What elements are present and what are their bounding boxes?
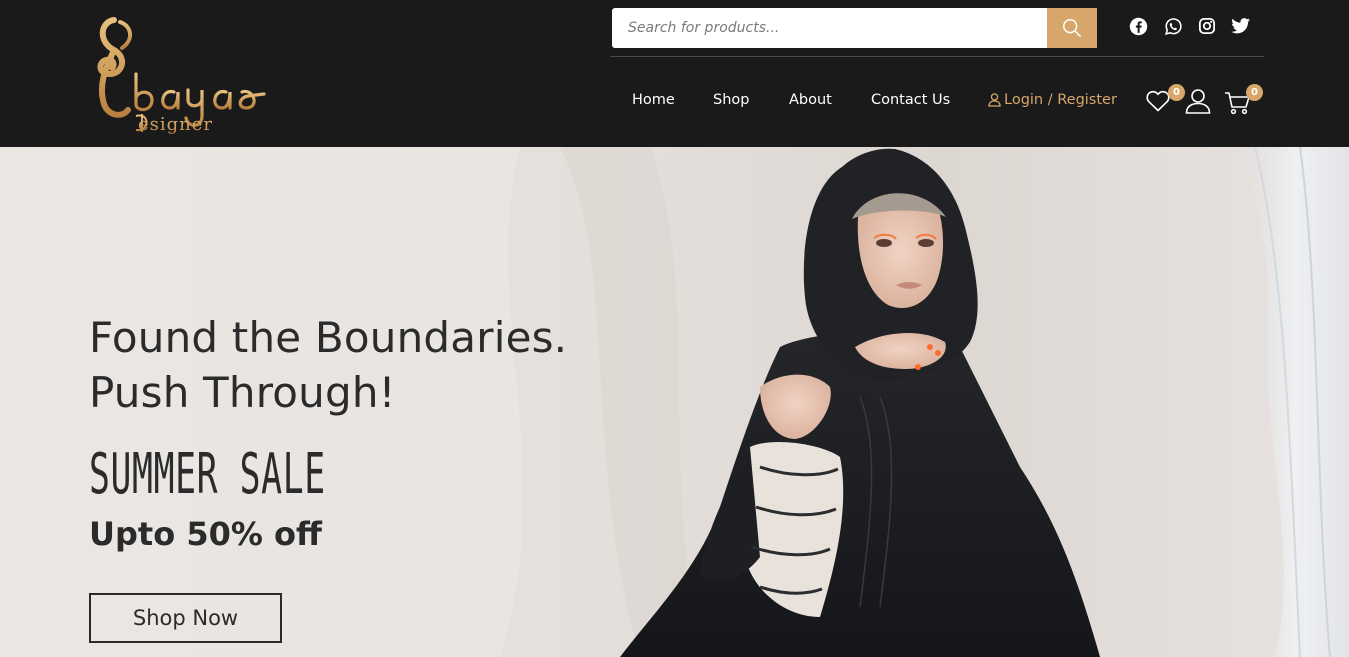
facebook-link[interactable]: [1128, 16, 1148, 36]
twitter-link[interactable]: [1231, 16, 1251, 36]
heart-icon: [1146, 90, 1170, 112]
hero-headline: Found the Boundaries. Push Through!: [89, 310, 567, 420]
whatsapp-link[interactable]: [1163, 16, 1183, 36]
sale-subtitle: Upto 50% off: [89, 515, 322, 553]
login-register-link[interactable]: Login / Register: [988, 92, 1117, 108]
product-search: [612, 8, 1097, 48]
wishlist-count-badge: 0: [1168, 84, 1185, 101]
sale-title: SUMMER SALE: [89, 442, 326, 507]
search-input[interactable]: [612, 8, 1047, 48]
instagram-link[interactable]: [1197, 16, 1217, 36]
whatsapp-icon: [1164, 17, 1182, 35]
user-icon: [988, 93, 1001, 107]
cart-count-badge: 0: [1246, 84, 1263, 101]
search-icon: [1063, 19, 1081, 37]
twitter-icon: [1231, 18, 1250, 34]
hero-headline-line2: Push Through!: [89, 368, 396, 417]
hero-headline-line1: Found the Boundaries.: [89, 313, 568, 362]
svg-text:esigner: esigner: [138, 114, 213, 135]
nav-home[interactable]: Home: [632, 92, 675, 108]
nav-about[interactable]: About: [789, 92, 832, 108]
shop-now-button[interactable]: Shop Now: [89, 593, 282, 643]
wishlist-button[interactable]: [1146, 90, 1170, 116]
login-register-label: Login / Register: [1004, 92, 1117, 108]
header-divider: [610, 56, 1264, 57]
account-icon: [1185, 89, 1211, 114]
hero-banner: Found the Boundaries. Push Through! SUMM…: [0, 147, 1349, 657]
search-button[interactable]: [1047, 8, 1097, 48]
instagram-icon: [1198, 17, 1216, 35]
site-header: esigner Search for products... Home Shop…: [0, 0, 1349, 147]
nav-contact[interactable]: Contact Us: [871, 92, 950, 108]
facebook-icon: [1129, 17, 1147, 35]
account-button[interactable]: [1185, 88, 1211, 118]
nav-shop[interactable]: Shop: [713, 92, 749, 108]
brand-logo[interactable]: esigner: [92, 12, 277, 137]
